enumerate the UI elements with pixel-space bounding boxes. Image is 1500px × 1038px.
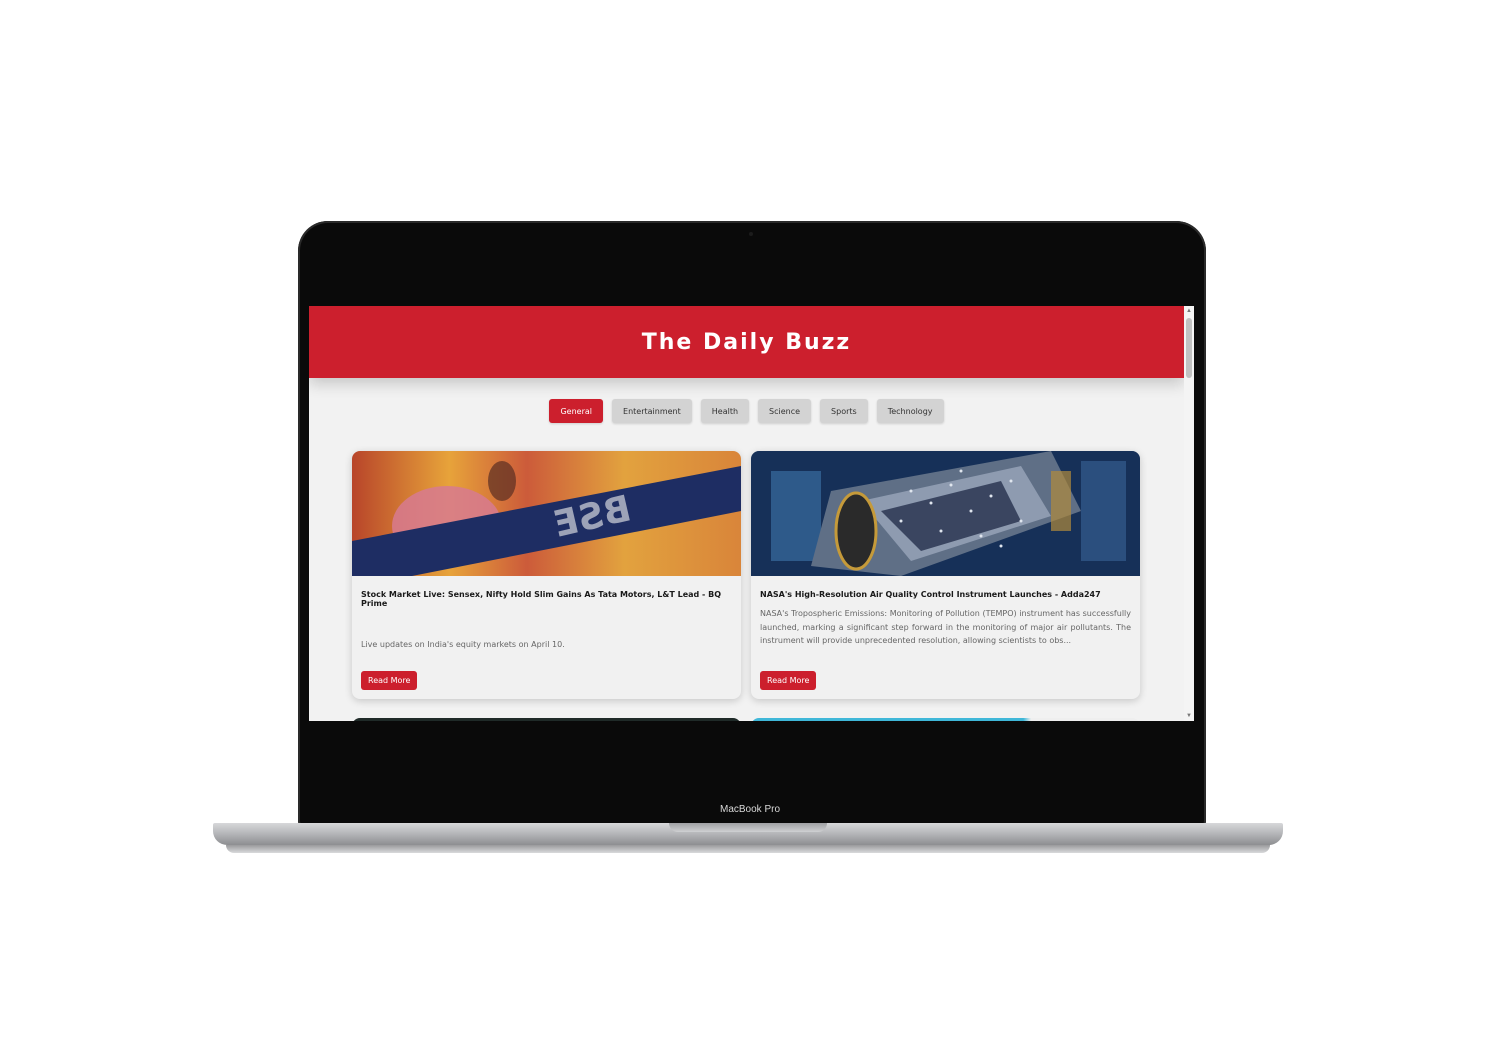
scroll-up-arrow-icon[interactable]: ▲ [1186,308,1192,314]
category-tab-technology[interactable]: Technology [876,399,944,423]
news-card-partial [352,718,741,721]
category-tab-sports[interactable]: Sports [820,399,868,423]
browser-viewport: The Daily Buzz General Entertainment Hea… [309,306,1194,721]
news-card-partial [751,718,1140,721]
site-title: The Daily Buzz [641,329,852,355]
category-tab-science[interactable]: Science [758,399,812,423]
news-card-title: NASA's High-Resolution Air Quality Contr… [760,590,1101,599]
site-header: The Daily Buzz [309,306,1184,378]
mockup-stage: The Daily Buzz General Entertainment Hea… [0,0,1500,1038]
news-card-title: Stock Market Live: Sensex, Nifty Hold Sl… [361,590,722,608]
scroll-down-arrow-icon[interactable]: ▼ [1186,713,1192,719]
laptop-notch [669,823,827,832]
vertical-scrollbar[interactable]: ▲ ▼ [1184,306,1194,721]
news-image-bse: BSE [352,451,741,576]
camera-icon [749,232,753,236]
news-card-description: Live updates on India's equity markets o… [361,640,565,649]
news-image-tempo-satellite [751,451,1140,576]
device-label: MacBook Pro [719,804,781,815]
laptop-base-shadow [226,845,1270,853]
news-card-description: NASA's Tropospheric Emissions: Monitorin… [760,609,1131,645]
category-tab-health[interactable]: Health [700,399,750,423]
category-tab-general[interactable]: General [549,399,604,423]
category-tab-entertainment[interactable]: Entertainment [612,399,692,423]
read-more-button[interactable]: Read More [361,671,418,690]
category-nav: General Entertainment Health Science Spo… [309,399,1184,423]
news-card: NASA's High-Resolution Air Quality Contr… [751,451,1140,699]
read-more-button[interactable]: Read More [760,671,817,690]
scrollbar-thumb[interactable] [1186,318,1192,378]
news-card: BSE Stock Market Live: Sensex, Nifty Hol… [352,451,741,699]
